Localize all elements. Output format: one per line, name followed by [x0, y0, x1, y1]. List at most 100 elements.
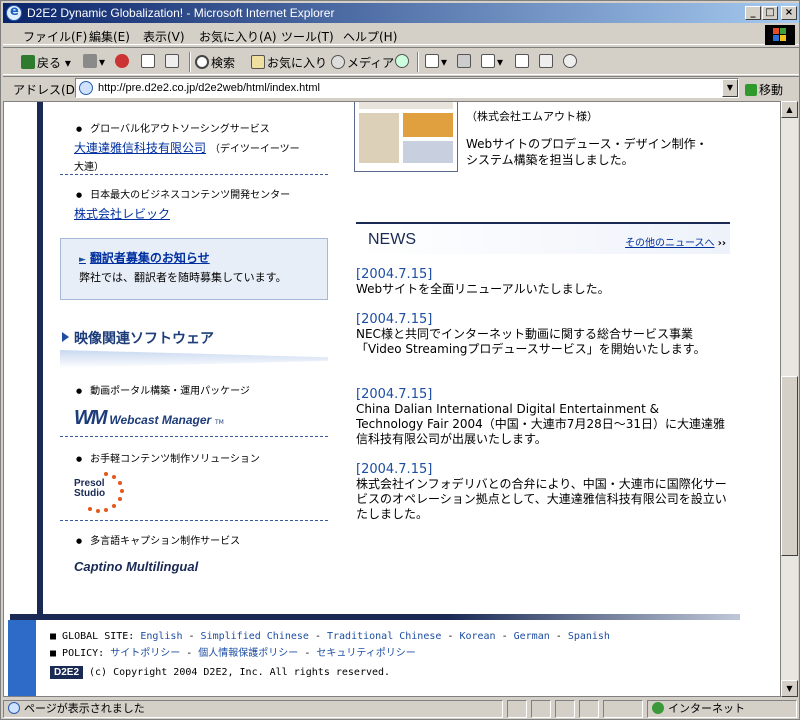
webcast-desc: 動画ポータル構築・運用パッケージ [76, 382, 328, 397]
captino-item: 多言語キャプション制作サービス Captino Multilingual [60, 532, 328, 574]
thumb-header [359, 102, 453, 109]
go-button[interactable]: 移動 [745, 81, 783, 98]
forward-button[interactable]: ▾ [83, 54, 105, 69]
research-icon [563, 54, 577, 68]
search-icon [195, 55, 209, 69]
menu-favorites[interactable]: お気に入り(A) [199, 28, 277, 45]
thumb-banner [403, 113, 453, 137]
home-button[interactable] [165, 54, 181, 69]
site-german-link[interactable]: German [514, 631, 550, 642]
close-button[interactable]: × [781, 6, 797, 20]
favorites-button[interactable]: お気に入り [251, 54, 327, 71]
copyright-text: (c) Copyright 2004 D2E2, Inc. All rights… [89, 667, 391, 678]
news-date: [2004.7.15] [356, 267, 433, 282]
title-bar: D2E2 Dynamic Globalization! - Microsoft … [3, 3, 799, 23]
thumb-photo [359, 113, 399, 163]
refresh-button[interactable] [141, 54, 157, 69]
address-label: アドレス(D) [13, 83, 80, 97]
address-url[interactable]: http://pre.d2e2.co.jp/d2e2web/html/index… [98, 82, 320, 94]
privacy-policy-link[interactable]: 個人情報保護ポリシー [198, 648, 298, 659]
back-button[interactable]: 戻る ▾ [21, 54, 71, 71]
stop-icon [115, 54, 129, 68]
security-policy-link[interactable]: セキュリティポリシー [316, 648, 415, 659]
windows-logo-icon [765, 25, 795, 45]
history-button[interactable] [395, 54, 411, 69]
news-header: NEWS その他のニュースへ ›› [356, 222, 730, 254]
scroll-thumb[interactable] [781, 376, 798, 556]
messenger-button[interactable] [539, 54, 555, 69]
minimize-button[interactable]: _ [745, 6, 761, 20]
favorites-icon [251, 55, 265, 69]
print-button[interactable] [457, 54, 473, 69]
address-dropdown-button[interactable]: ▼ [722, 79, 738, 97]
menu-edit[interactable]: 編集(E) [89, 28, 130, 45]
edit-button[interactable]: ▾ [481, 54, 503, 69]
captino-logo[interactable]: Captino Multilingual [74, 559, 328, 574]
page-content: グローバル化アウトソーシングサービス 大連達雅信科技有限公司 （デイツーイーツー… [3, 101, 781, 697]
status-cell [507, 700, 527, 718]
client-site-thumbnail[interactable] [354, 102, 458, 172]
site-spanish-link[interactable]: Spanish [568, 631, 610, 642]
menu-help[interactable]: ヘルプ(H) [343, 28, 397, 45]
research-button[interactable] [563, 54, 579, 69]
discuss-button[interactable] [515, 54, 531, 69]
maximize-button[interactable]: □ [762, 6, 778, 20]
mail-button[interactable]: ▾ [425, 54, 447, 69]
status-text: ページが表示されました [24, 702, 145, 715]
window-title: D2E2 Dynamic Globalization! - Microsoft … [27, 6, 335, 20]
more-news[interactable]: その他のニュースへ ›› [625, 234, 726, 249]
wm-icon: WM [74, 407, 108, 429]
scroll-up-button[interactable]: ▲ [781, 101, 798, 118]
news-date: [2004.7.15] [356, 312, 433, 327]
webcast-manager-logo[interactable]: WM Webcast Manager TM [74, 407, 328, 430]
revic-link[interactable]: 株式会社レビック [74, 207, 170, 221]
presol-desc: お手軽コンテンツ制作ソリューション [76, 450, 328, 465]
news-title: NEWS [368, 231, 416, 248]
menu-bar: ファイル(F) 編集(E) 表示(V) お気に入り(A) ツール(T) ヘルプ(… [3, 25, 799, 45]
dalian-company-link[interactable]: 大連達雅信科技有限公司 [74, 141, 206, 155]
history-icon [395, 54, 409, 68]
status-text-cell: ページが表示されました [3, 700, 503, 718]
divider [60, 174, 328, 175]
copyright-line: D2E2 (c) Copyright 2004 D2E2, Inc. All ri… [50, 666, 390, 679]
go-label: 移動 [759, 83, 784, 97]
site-english-link[interactable]: English [140, 631, 182, 642]
back-arrow-icon [21, 55, 35, 69]
menu-file[interactable]: ファイル(F) [23, 28, 87, 45]
heading-swoosh [60, 350, 328, 368]
news-item: [2004.7.15] Webサイトを全面リニューアルいたしました。 [356, 267, 730, 297]
site-traditional-chinese-link[interactable]: Traditional Chinese [327, 631, 441, 642]
menu-view[interactable]: 表示(V) [143, 28, 185, 45]
translator-recruit-link[interactable]: 翻訳者募集のお知らせ [79, 249, 210, 266]
vertical-scrollbar[interactable]: ▲ ▼ [781, 101, 798, 697]
webcast-item: 動画ポータル構築・運用パッケージ WM Webcast Manager TM [60, 382, 328, 430]
trademark-mark: TM [215, 419, 224, 426]
more-news-link[interactable]: その他のニュースへ [625, 238, 715, 249]
refresh-icon [141, 54, 155, 68]
presol-studio-logo[interactable]: Presol Studio [74, 471, 126, 515]
ie-icon [6, 4, 22, 21]
site-korean-link[interactable]: Korean [459, 631, 495, 642]
scroll-down-button[interactable]: ▼ [781, 680, 798, 697]
presol-item: お手軽コンテンツ制作ソリューション Presol Studio [60, 450, 328, 515]
forward-arrow-icon [83, 54, 97, 68]
left-accent-bar [37, 102, 43, 617]
page-done-icon [8, 702, 20, 714]
address-input[interactable]: http://pre.d2e2.co.jp/d2e2web/html/index… [75, 78, 739, 98]
print-icon [457, 54, 471, 68]
news-text: NEC様と共同でインターネット動画に関する総合サービス事業「Video Stre… [356, 327, 706, 356]
revic-desc: 日本最大のビジネスコンテンツ開発センター [76, 186, 328, 201]
news-item: [2004.7.15] China Dalian International D… [356, 387, 730, 447]
divider [60, 520, 328, 521]
search-button[interactable]: 検索 [195, 54, 235, 71]
news-item: [2004.7.15] 株式会社インフォデリバとの合弁により、中国・大連市に国際… [356, 462, 730, 522]
site-simplified-chinese-link[interactable]: Simplified Chinese [201, 631, 309, 642]
presol-logo-line2: Studio [74, 488, 106, 499]
favorites-label: お気に入り [267, 56, 328, 70]
menu-tools[interactable]: ツール(T) [281, 28, 334, 45]
stop-button[interactable] [115, 54, 131, 69]
news-text: 株式会社インフォデリバとの合弁により、中国・大連市に国際化サービスのオペレーショ… [356, 477, 727, 521]
media-button[interactable]: メディア [331, 54, 394, 71]
global-site-line: ■ GLOBAL SITE: English - Simplified Chin… [50, 631, 610, 642]
site-policy-link[interactable]: サイトポリシー [110, 648, 180, 659]
